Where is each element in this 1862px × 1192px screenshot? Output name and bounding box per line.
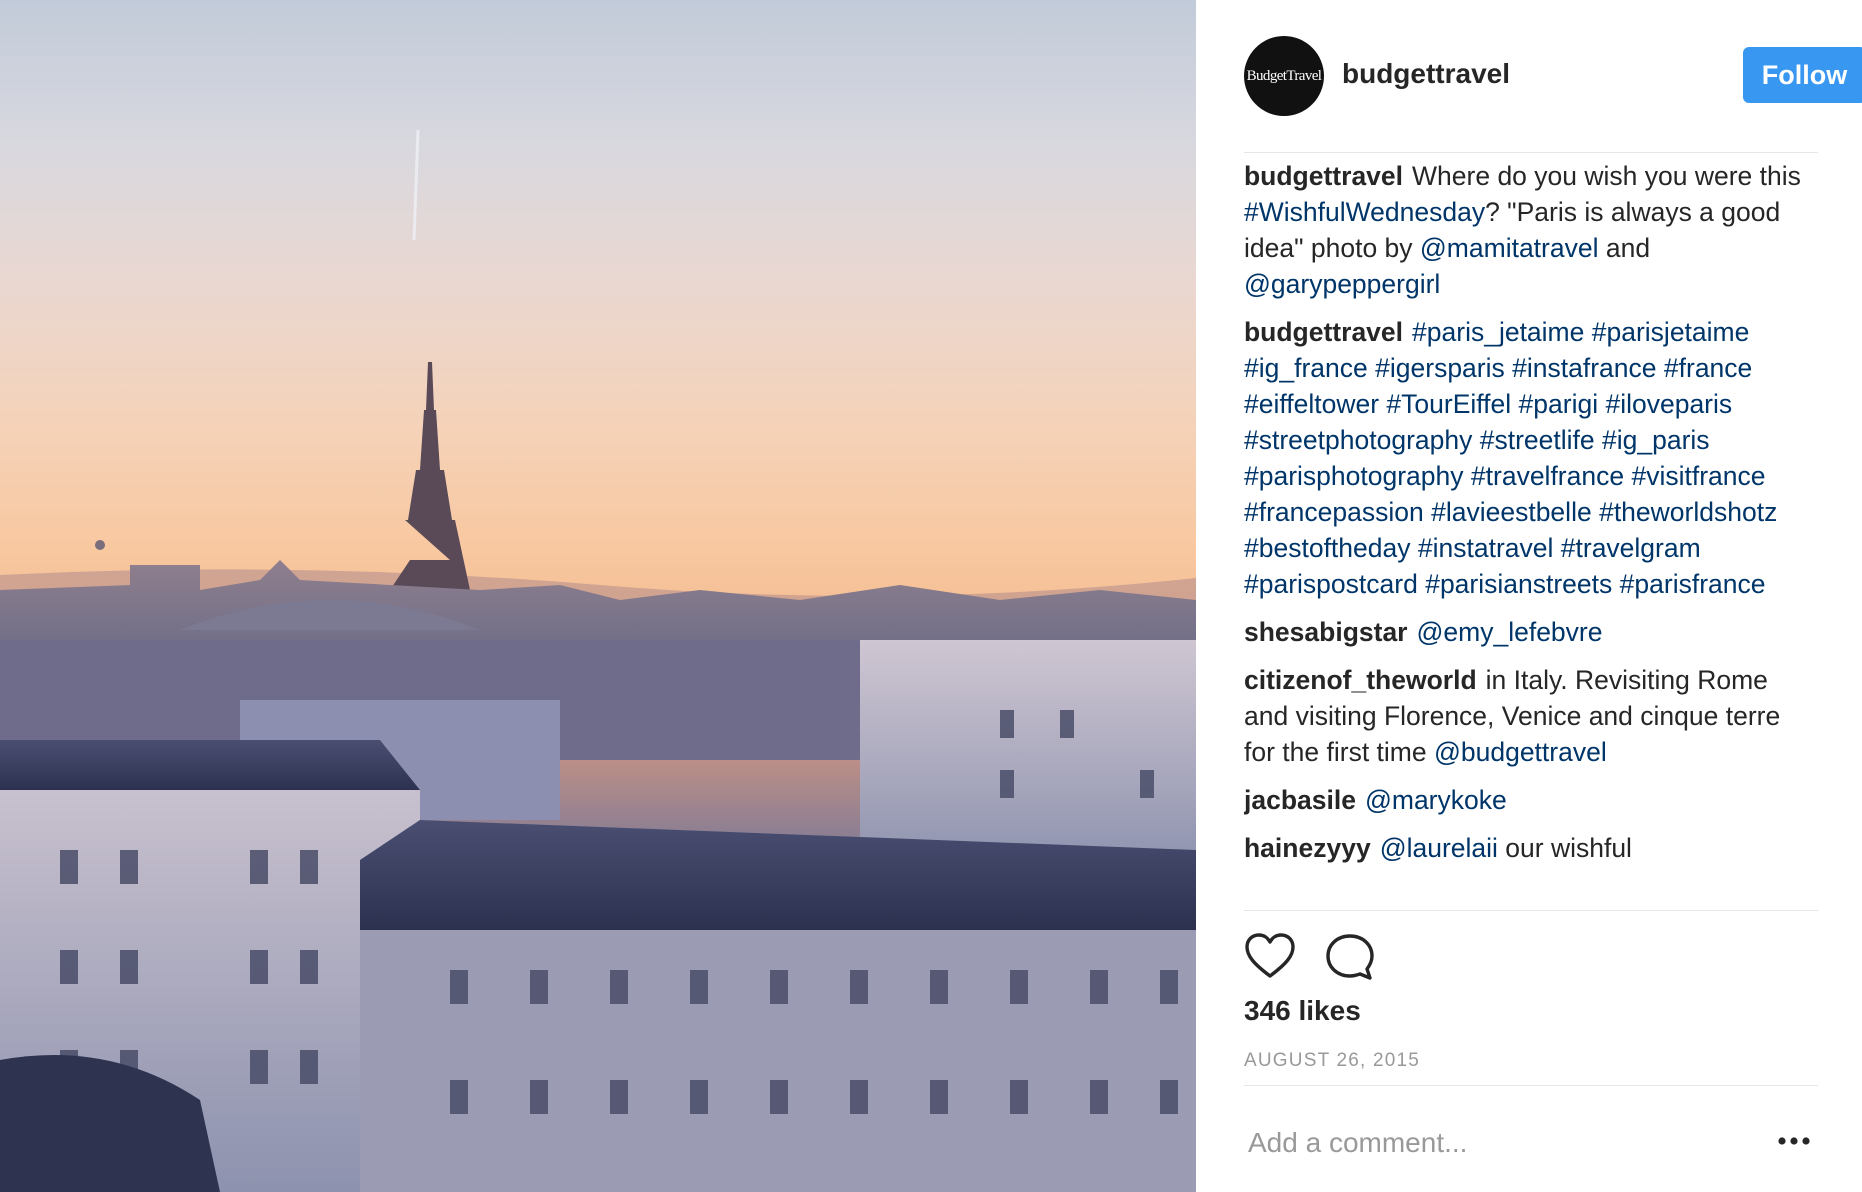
hashtag-link[interactable]: #travelgram <box>1561 533 1701 563</box>
hashtag-link[interactable]: #ig_france <box>1244 353 1368 383</box>
comment-author-link[interactable]: budgettravel <box>1244 161 1403 191</box>
hashtag-link[interactable]: #ig_paris <box>1602 425 1710 455</box>
comment-item: budgettravel Where do you wish you were t… <box>1244 158 1818 302</box>
comment-text <box>1424 497 1431 527</box>
paris-skyline-illustration <box>0 129 1196 1192</box>
comment-text <box>1595 425 1602 455</box>
comment-text <box>1553 533 1560 563</box>
comment-text <box>1464 461 1471 491</box>
comment-text <box>1411 533 1418 563</box>
comment-item: hainezyyy @laurelaii our wishful <box>1244 830 1818 866</box>
comment-text <box>1472 425 1479 455</box>
comment-author-link[interactable]: budgettravel <box>1244 317 1403 347</box>
hashtag-link[interactable]: #paris_jetaime <box>1412 317 1584 347</box>
comment-author-link[interactable]: jacbasile <box>1244 785 1356 815</box>
mention-link[interactable]: @laurelaii <box>1380 833 1498 863</box>
hashtag-link[interactable]: #travelfrance <box>1471 461 1624 491</box>
footer-divider <box>1244 1085 1818 1086</box>
hashtag-link[interactable]: #francepassion <box>1244 497 1424 527</box>
comment-text <box>1584 317 1591 347</box>
comments-divider <box>1244 910 1818 911</box>
heart-outline-icon[interactable] <box>1244 932 1296 982</box>
comment-text: and <box>1598 233 1651 263</box>
hashtag-link[interactable]: #visitfrance <box>1631 461 1765 491</box>
hashtag-link[interactable]: #theworldshotz <box>1599 497 1777 527</box>
add-comment-section <box>1244 1110 1818 1176</box>
hashtag-link[interactable]: #streetphotography <box>1244 425 1472 455</box>
mention-link[interactable]: @marykoke <box>1365 785 1507 815</box>
post-photo[interactable] <box>0 0 1196 1192</box>
hashtag-link[interactable]: #instatravel <box>1418 533 1554 563</box>
likes-count[interactable]: 346 likes <box>1244 995 1361 1027</box>
mention-link[interactable]: @mamitatravel <box>1420 233 1599 263</box>
hashtag-link[interactable]: #eiffeltower <box>1244 389 1379 419</box>
comment-text <box>1592 497 1599 527</box>
comment-item: budgettravel #paris_jetaime #parisjetaime… <box>1244 314 1818 602</box>
hashtag-link[interactable]: #bestoftheday <box>1244 533 1411 563</box>
ellipsis-icon[interactable] <box>1776 1126 1812 1156</box>
mention-link[interactable]: @budgettravel <box>1434 737 1607 767</box>
hashtag-link[interactable]: #instafrance <box>1512 353 1656 383</box>
comment-text: our wishful <box>1497 833 1632 863</box>
comment-author-link[interactable]: hainezyyy <box>1244 833 1371 863</box>
avatar[interactable]: BudgetTravel <box>1244 36 1324 116</box>
post-details-panel: BudgetTravel budgettravel Follow budgett… <box>1196 0 1862 1192</box>
post-header: BudgetTravel budgettravel Follow <box>1244 36 1862 116</box>
hashtag-link[interactable]: #parisfrance <box>1620 569 1766 599</box>
hashtag-link[interactable]: #streetlife <box>1480 425 1595 455</box>
hashtag-link[interactable]: #igersparis <box>1375 353 1505 383</box>
hashtag-link[interactable]: #lavieestbelle <box>1431 497 1592 527</box>
comment-text <box>1657 353 1664 383</box>
comment-text: Where do you wish you were this <box>1412 161 1801 191</box>
post-date[interactable]: AUGUST 26, 2015 <box>1244 1050 1420 1072</box>
comment-text <box>1612 569 1619 599</box>
comment-author-link[interactable]: citizenof_theworld <box>1244 665 1477 695</box>
comment-text <box>1511 389 1518 419</box>
comment-item: citizenof_theworld in Italy. Revisiting R… <box>1244 662 1818 770</box>
hashtag-link[interactable]: #parisphotography <box>1244 461 1464 491</box>
hashtag-link[interactable]: #TourEiffel <box>1386 389 1511 419</box>
mention-link[interactable]: @garypeppergirl <box>1244 269 1440 299</box>
eiffel-tower <box>390 362 470 590</box>
hashtag-link[interactable]: #WishfulWednesday <box>1244 197 1485 227</box>
comments-list[interactable]: budgettravel Where do you wish you were t… <box>1244 158 1818 910</box>
header-divider <box>1244 152 1818 153</box>
mention-link[interactable]: @emy_lefebvre <box>1417 617 1603 647</box>
hashtag-link[interactable]: #parispostcard <box>1244 569 1418 599</box>
hashtag-link[interactable]: #parigi <box>1519 389 1599 419</box>
comment-author-link[interactable]: shesabigstar <box>1244 617 1408 647</box>
follow-button[interactable]: Follow <box>1743 47 1862 103</box>
hashtag-link[interactable]: #parisjetaime <box>1592 317 1750 347</box>
avatar-logo-text: BudgetTravel <box>1246 67 1322 84</box>
speech-bubble-icon[interactable] <box>1324 932 1376 982</box>
comment-item: jacbasile @marykoke <box>1244 782 1818 818</box>
comments-fade <box>1244 880 1818 910</box>
hashtag-link[interactable]: #iloveparis <box>1605 389 1732 419</box>
hashtag-link[interactable]: #france <box>1664 353 1752 383</box>
add-comment-input[interactable] <box>1244 1118 1744 1168</box>
username-link[interactable]: budgettravel <box>1342 58 1510 90</box>
hashtag-link[interactable]: #parisianstreets <box>1425 569 1612 599</box>
comment-item: shesabigstar @emy_lefebvre <box>1244 614 1818 650</box>
